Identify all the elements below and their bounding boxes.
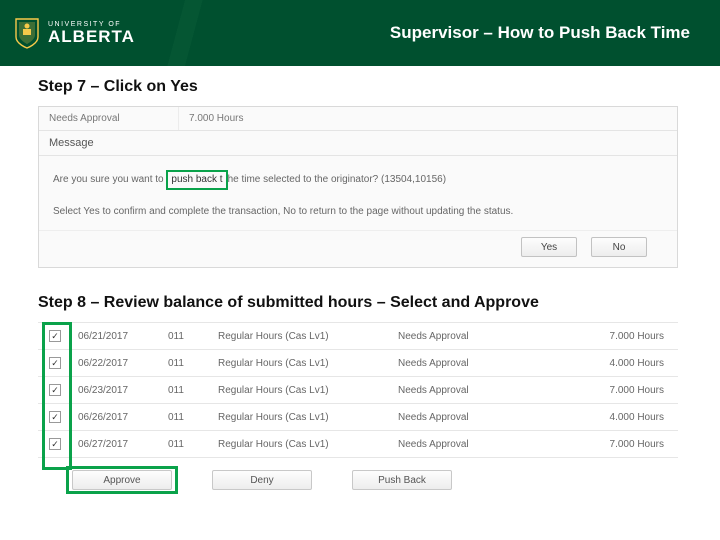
row-hours: 7.000 Hours [532,431,678,458]
shield-icon [14,17,40,49]
msg-title: Message [39,131,677,156]
page-header: UNIVERSITY OF ALBERTA Supervisor – How t… [0,0,720,66]
table-row: ✓ 06/21/2017011Regular Hours (Cas Lv1)Nee… [38,323,678,350]
row-checkbox[interactable]: ✓ [49,438,61,450]
row-desc: Regular Hours (Cas Lv1) [212,323,392,350]
step8-heading: Step 8 – Review balance of submitted hou… [38,294,682,312]
row-code: 011 [162,323,212,350]
row-status: Needs Approval [392,323,532,350]
msg-line-2: Select Yes to confirm and complete the t… [53,204,663,220]
row-date: 06/21/2017 [72,323,162,350]
row-checkbox[interactable]: ✓ [49,384,61,396]
hours-table-wrap: ✓06/21/2017011Regular Hours (Cas Lv1)Nee… [38,322,678,490]
row-date: 06/26/2017 [72,404,162,431]
no-button[interactable]: No [591,237,647,257]
row-code: 011 [162,377,212,404]
row-desc: Regular Hours (Cas Lv1) [212,431,392,458]
msg-header-needs-approval: Needs Approval [39,107,179,130]
row-code: 011 [162,350,212,377]
table-row: ✓ 06/27/2017011Regular Hours (Cas Lv1)Nee… [38,431,678,458]
hours-table: ✓06/21/2017011Regular Hours (Cas Lv1)Nee… [38,322,678,458]
table-row: ✓ 06/23/2017011Regular Hours (Cas Lv1)Nee… [38,377,678,404]
msg-line-1: Are you sure you want to push back the t… [53,170,663,190]
pushback-highlight: push back t [166,170,227,190]
row-date: 06/23/2017 [72,377,162,404]
row-hours: 7.000 Hours [532,377,678,404]
row-status: Needs Approval [392,404,532,431]
logo-alberta: ALBERTA [48,28,135,45]
row-code: 011 [162,404,212,431]
row-hours: 7.000 Hours [532,323,678,350]
deny-button[interactable]: Deny [212,470,312,490]
row-date: 06/22/2017 [72,350,162,377]
row-hours: 4.000 Hours [532,404,678,431]
row-status: Needs Approval [392,350,532,377]
table-row: ✓ 06/22/2017011Regular Hours (Cas Lv1)Nee… [38,350,678,377]
row-date: 06/27/2017 [72,431,162,458]
step7-heading: Step 7 – Click on Yes [38,78,682,96]
row-status: Needs Approval [392,377,532,404]
message-dialog: Needs Approval 7.000 Hours Message Are y… [38,106,678,268]
row-checkbox[interactable]: ✓ [49,411,61,423]
approve-button[interactable]: Approve [72,470,172,490]
table-row: ✓ 06/26/2017011Regular Hours (Cas Lv1)Nee… [38,404,678,431]
row-checkbox[interactable]: ✓ [49,357,61,369]
row-code: 011 [162,431,212,458]
row-desc: Regular Hours (Cas Lv1) [212,404,392,431]
row-desc: Regular Hours (Cas Lv1) [212,350,392,377]
row-desc: Regular Hours (Cas Lv1) [212,377,392,404]
logo: UNIVERSITY OF ALBERTA [14,17,135,49]
row-checkbox[interactable]: ✓ [49,330,61,342]
pushback-button[interactable]: Push Back [352,470,452,490]
row-hours: 4.000 Hours [532,350,678,377]
page-title: Supervisor – How to Push Back Time [390,23,690,43]
row-status: Needs Approval [392,431,532,458]
yes-button[interactable]: Yes [521,237,577,257]
msg-header-hours: 7.000 Hours [179,107,253,130]
